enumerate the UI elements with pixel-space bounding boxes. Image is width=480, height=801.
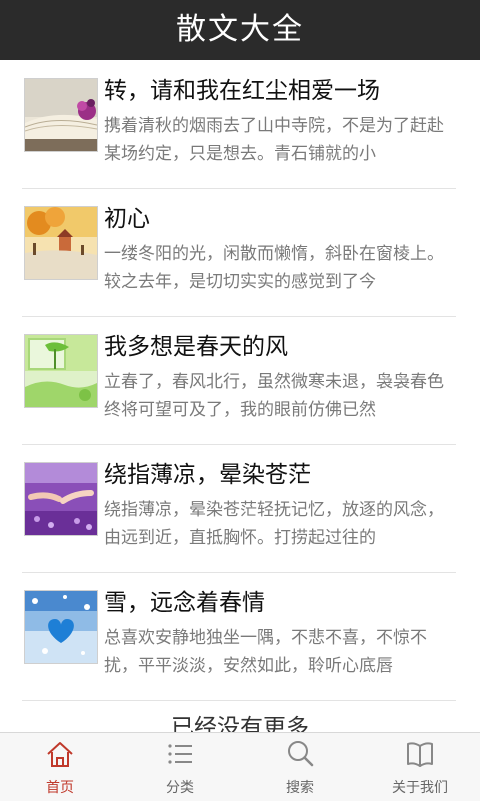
tab-categories[interactable]: 分类 <box>120 733 240 801</box>
article-list[interactable]: 转，请和我在红尘相爱一场 携着清秋的烟雨去了山中寺院，不是为了赶赴某场约定，只是… <box>0 60 480 732</box>
list-icon <box>168 744 192 764</box>
article-summary: 绕指薄凉，晕染苍茫轻抚记忆，放逐的风念，由远到近，直抵胸怀。打捞起过往的 <box>104 500 444 548</box>
article-title: 绕指薄凉，晕染苍茫 <box>104 462 311 488</box>
autumn-landscape-thumbnail <box>24 206 98 280</box>
search-icon <box>288 741 314 767</box>
article-summary: 总喜欢安静地独坐一隅，不悲不喜，不惊不扰，平平淡淡，安然如此，聆听心底唇 <box>104 628 427 676</box>
home-icon <box>47 742 73 767</box>
tab-about[interactable]: 关于我们 <box>360 733 480 801</box>
article-title: 转，请和我在红尘相爱一场 <box>104 78 380 104</box>
list-end-text: 已经没有更多 <box>171 715 309 732</box>
tab-home[interactable]: 首页 <box>0 733 120 801</box>
tab-label: 关于我们 <box>392 780 448 796</box>
list-item[interactable]: 初心 一缕冬阳的光，闲散而懒惰，斜卧在窗棱上。较之去年，是切切实实的感觉到了今 <box>22 188 456 317</box>
article-title: 我多想是春天的风 <box>104 334 288 360</box>
tab-label: 分类 <box>166 780 194 796</box>
book-icon <box>407 742 433 767</box>
article-summary: 一缕冬阳的光，闲散而懒惰，斜卧在窗棱上。较之去年，是切切实实的感觉到了今 <box>104 244 444 292</box>
app-header: 散文大全 <box>0 0 480 60</box>
page-title: 散文大全 <box>176 12 304 47</box>
list-item[interactable]: 我多想是春天的风 立春了，春风北行，虽然微寒未退，袅袅春色终将可望可及了，我的眼… <box>22 316 456 445</box>
list-item[interactable]: 雪，远念着春情 总喜欢安静地独坐一隅，不悲不喜，不惊不扰，平平淡淡，安然如此，聆… <box>22 572 456 701</box>
article-title: 雪，远念着春情 <box>104 590 265 616</box>
list-item[interactable]: 绕指薄凉，晕染苍茫 绕指薄凉，晕染苍茫轻抚记忆，放逐的风念，由远到近，直抵胸怀。… <box>22 444 456 573</box>
tab-label: 搜索 <box>286 780 314 796</box>
article-title: 初心 <box>104 206 150 232</box>
book-flower-thumbnail <box>24 78 98 152</box>
list-item[interactable]: 转，请和我在红尘相爱一场 携着清秋的烟雨去了山中寺院，不是为了赶赴某场约定，只是… <box>22 60 456 189</box>
article-summary: 携着清秋的烟雨去了山中寺院，不是为了赶赴某场约定，只是想去。青石铺就的小 <box>104 116 444 164</box>
tab-search[interactable]: 搜索 <box>240 733 360 801</box>
tab-label: 首页 <box>46 780 74 796</box>
hands-lavender-thumbnail <box>24 462 98 536</box>
bottom-tab-bar: 首页 分类 搜索 关于我们 <box>0 732 480 801</box>
blue-heart-snow-thumbnail <box>24 590 98 664</box>
green-spring-thumbnail <box>24 334 98 408</box>
article-summary: 立春了，春风北行，虽然微寒未退，袅袅春色终将可望可及了，我的眼前仿佛已然 <box>104 372 444 420</box>
